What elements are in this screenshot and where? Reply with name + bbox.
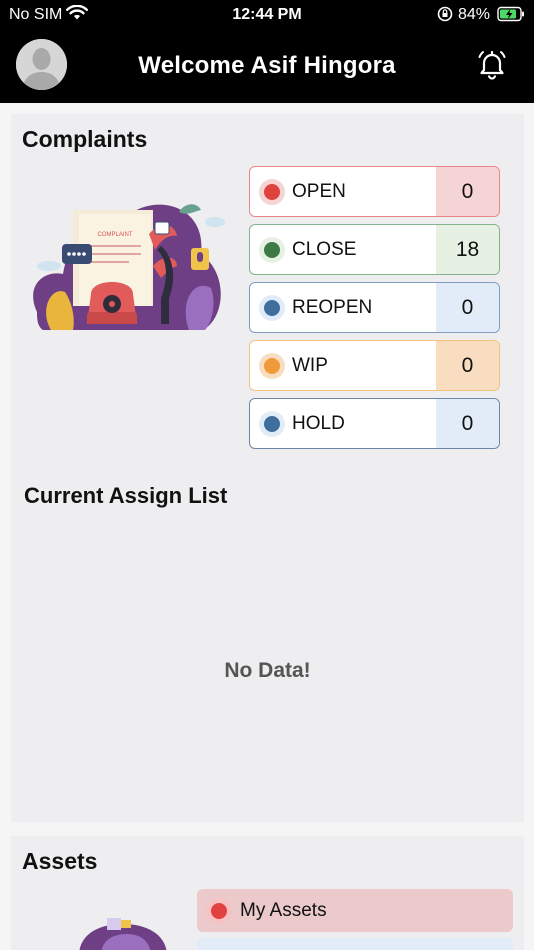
page-title: Welcome Asif Hingora — [138, 52, 396, 79]
status-label: HOLD — [292, 413, 345, 434]
status-count: 18 — [436, 225, 499, 274]
clock: 12:44 PM — [232, 6, 302, 23]
status-bar: No SIM 12:44 PM 84% — [0, 0, 534, 28]
status-label: CLOSE — [292, 239, 357, 260]
assets-list-item[interactable] — [197, 938, 513, 950]
orientation-lock-icon — [437, 6, 453, 27]
status-reopen-indicator — [259, 295, 285, 321]
assign-list-title: Current Assign List — [24, 483, 228, 508]
battery-icon — [497, 6, 525, 27]
status-open-row[interactable]: OPEN 0 — [249, 166, 500, 217]
my-assets-button[interactable]: My Assets — [197, 889, 513, 932]
assets-title: Assets — [22, 848, 98, 874]
complaints-card: Complaints COMPLAINT OPEN 0 CLOSE 18 REO… — [11, 114, 524, 822]
status-label: WIP — [292, 355, 328, 376]
status-open-indicator — [259, 179, 285, 205]
status-count: 0 — [436, 283, 499, 332]
bell-icon[interactable] — [475, 48, 509, 87]
empty-state-text: No Data! — [224, 659, 311, 682]
status-close-indicator — [259, 237, 285, 263]
assets-illustration — [71, 916, 181, 950]
status-count: 0 — [436, 341, 499, 390]
status-label: OPEN — [292, 181, 346, 202]
battery-percent: 84% — [458, 6, 491, 23]
status-count: 0 — [436, 399, 499, 448]
assets-card: Assets My Assets — [11, 836, 524, 950]
my-assets-label: My Assets — [240, 900, 327, 921]
status-wip-row[interactable]: WIP 0 — [249, 340, 500, 391]
my-assets-indicator — [206, 898, 232, 924]
app-header: No SIM 12:44 PM 84% Welcome Asif Hingora — [0, 0, 534, 103]
status-label: REOPEN — [292, 297, 373, 318]
status-wip-indicator — [259, 353, 285, 379]
status-count: 0 — [436, 167, 499, 216]
complaints-title: Complaints — [22, 126, 148, 152]
status-hold-row[interactable]: HOLD 0 — [249, 398, 500, 449]
complaint-illustration: COMPLAINT — [29, 194, 227, 339]
status-hold-indicator — [259, 411, 285, 437]
status-reopen-row[interactable]: REOPEN 0 — [249, 282, 500, 333]
illustration-label: COMPLAINT — [97, 232, 132, 238]
status-close-row[interactable]: CLOSE 18 — [249, 224, 500, 275]
